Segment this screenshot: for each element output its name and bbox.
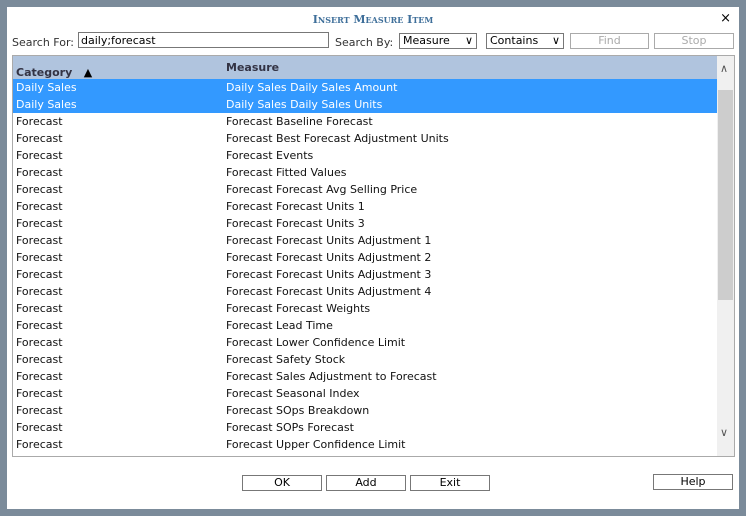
measure-cell: Forecast Forecast Avg Selling Price	[226, 183, 418, 196]
table-row[interactable]: Forecast Forecast Forecast Units 1	[13, 198, 717, 215]
measure-cell: Forecast Safety Stock	[226, 353, 346, 366]
category-cell: Forecast	[16, 285, 63, 298]
find-button[interactable]: Find	[570, 33, 649, 49]
measure-cell: Forecast Sales Adjustment to Forecast	[226, 370, 437, 383]
measure-cell: Forecast Events	[226, 149, 314, 162]
category-cell: Forecast	[16, 336, 63, 349]
search-for-label: Search For:	[12, 36, 74, 49]
category-cell: Forecast	[16, 302, 63, 315]
measure-cell: Forecast Forecast Weights	[226, 302, 371, 315]
table-row[interactable]: Forecast Forecast Forecast Units Adjustme…	[13, 249, 717, 266]
chevron-down-icon: ∨	[464, 34, 473, 47]
match-value: Contains	[490, 34, 539, 47]
table-row[interactable]: Forecast Forecast SOps Breakdown	[13, 402, 717, 419]
table-row[interactable]: Forecast Forecast Forecast Units Adjustme…	[13, 232, 717, 249]
measure-cell: Forecast SOps Breakdown	[226, 404, 370, 417]
category-cell: Forecast	[16, 166, 63, 179]
table-row[interactable]: Daily Sales Daily Sales Daily Sales Units	[13, 96, 717, 113]
table-row[interactable]: Forecast Forecast Lower Confidence Limit	[13, 334, 717, 351]
add-button[interactable]: Add	[326, 475, 406, 491]
dialog-title: Insert Measure Item	[312, 13, 434, 26]
table-row[interactable]: Forecast Forecast SOPs Forecast	[13, 419, 717, 436]
vertical-scrollbar[interactable]: ∧ ∨	[717, 56, 734, 456]
column-header-category[interactable]: Category ▲	[16, 66, 92, 79]
measure-cell: Forecast Forecast Units 3	[226, 217, 365, 230]
category-cell: Forecast	[16, 421, 63, 434]
stop-button[interactable]: Stop	[654, 33, 734, 49]
exit-button[interactable]: Exit	[410, 475, 490, 491]
table-row[interactable]: Forecast Forecast Fitted Values	[13, 164, 717, 181]
ok-button[interactable]: OK	[242, 475, 322, 491]
category-cell: Forecast	[16, 200, 63, 213]
table-row[interactable]: Forecast Forecast Lead Time	[13, 317, 717, 334]
category-cell: Forecast	[16, 149, 63, 162]
match-select[interactable]: Contains ∨	[486, 33, 564, 49]
category-cell: Forecast	[16, 183, 63, 196]
chevron-up-icon[interactable]: ∧	[720, 62, 728, 75]
category-cell: Forecast	[16, 268, 63, 281]
search-by-label: Search By:	[335, 36, 394, 49]
grid-rows: Daily Sales Daily Sales Daily Sales Amoun…	[13, 79, 717, 453]
table-row[interactable]: Daily Sales Daily Sales Daily Sales Amoun…	[13, 79, 717, 96]
scrollbar-thumb[interactable]	[718, 90, 733, 300]
category-cell: Forecast	[16, 115, 63, 128]
table-row[interactable]: Forecast Forecast Forecast Avg Selling Pr…	[13, 181, 717, 198]
category-cell: Forecast	[16, 353, 63, 366]
table-row[interactable]: Forecast Forecast Safety Stock	[13, 351, 717, 368]
chevron-down-icon: ∨	[551, 34, 560, 47]
measure-cell: Forecast Baseline Forecast	[226, 115, 373, 128]
measure-cell: Forecast Lower Confidence Limit	[226, 336, 406, 349]
measure-cell: Forecast Lead Time	[226, 319, 333, 332]
measure-cell: Forecast Forecast Units 1	[226, 200, 365, 213]
category-cell: Daily Sales	[16, 81, 77, 94]
measure-cell: Forecast Fitted Values	[226, 166, 347, 179]
measure-cell: Daily Sales Daily Sales Units	[226, 98, 383, 111]
category-cell: Forecast	[16, 217, 63, 230]
measure-cell: Forecast SOPs Forecast	[226, 421, 354, 434]
category-cell: Daily Sales	[16, 98, 77, 111]
measure-cell: Forecast Seasonal Index	[226, 387, 360, 400]
insert-measure-dialog: Insert Measure Item × Search For: Search…	[7, 7, 739, 509]
table-row[interactable]: Forecast Forecast Forecast Units Adjustme…	[13, 266, 717, 283]
help-button[interactable]: Help	[653, 474, 733, 490]
measure-cell: Forecast Forecast Units Adjustment 3	[226, 268, 432, 281]
search-by-value: Measure	[403, 34, 450, 47]
table-row[interactable]: Forecast Forecast Forecast Units 3	[13, 215, 717, 232]
measure-cell: Forecast Forecast Units Adjustment 2	[226, 251, 432, 264]
grid-header: Category ▲ Measure	[13, 56, 717, 79]
sort-ascending-icon: ▲	[83, 66, 93, 79]
measure-cell: Forecast Forecast Units Adjustment 1	[226, 234, 432, 247]
category-cell: Forecast	[16, 438, 63, 451]
chevron-down-icon[interactable]: ∨	[720, 426, 728, 439]
table-row[interactable]: Forecast Forecast Events	[13, 147, 717, 164]
measure-cell: Forecast Upper Confidence Limit	[226, 438, 406, 451]
category-cell: Forecast	[16, 319, 63, 332]
table-row[interactable]: Forecast Forecast Sales Adjustment to For…	[13, 368, 717, 385]
measure-grid: Category ▲ Measure Daily Sales Daily Sale…	[12, 55, 735, 457]
category-cell: Forecast	[16, 234, 63, 247]
table-row[interactable]: Forecast Forecast Forecast Units Adjustme…	[13, 283, 717, 300]
category-cell: Forecast	[16, 251, 63, 264]
table-row[interactable]: Forecast Forecast Upper Confidence Limit	[13, 436, 717, 453]
category-cell: Forecast	[16, 404, 63, 417]
measure-cell: Forecast Forecast Units Adjustment 4	[226, 285, 432, 298]
search-input[interactable]	[78, 32, 329, 48]
measure-cell: Daily Sales Daily Sales Amount	[226, 81, 398, 94]
measure-cell: Forecast Best Forecast Adjustment Units	[226, 132, 449, 145]
table-row[interactable]: Forecast Forecast Baseline Forecast	[13, 113, 717, 130]
table-row[interactable]: Forecast Forecast Forecast Weights	[13, 300, 717, 317]
close-icon[interactable]: ×	[720, 11, 731, 26]
search-by-select[interactable]: Measure ∨	[399, 33, 477, 49]
table-row[interactable]: Forecast Forecast Seasonal Index	[13, 385, 717, 402]
table-row[interactable]: Forecast Forecast Best Forecast Adjustmen…	[13, 130, 717, 147]
category-cell: Forecast	[16, 370, 63, 383]
column-header-measure[interactable]: Measure	[226, 61, 279, 74]
category-cell: Forecast	[16, 132, 63, 145]
category-cell: Forecast	[16, 387, 63, 400]
